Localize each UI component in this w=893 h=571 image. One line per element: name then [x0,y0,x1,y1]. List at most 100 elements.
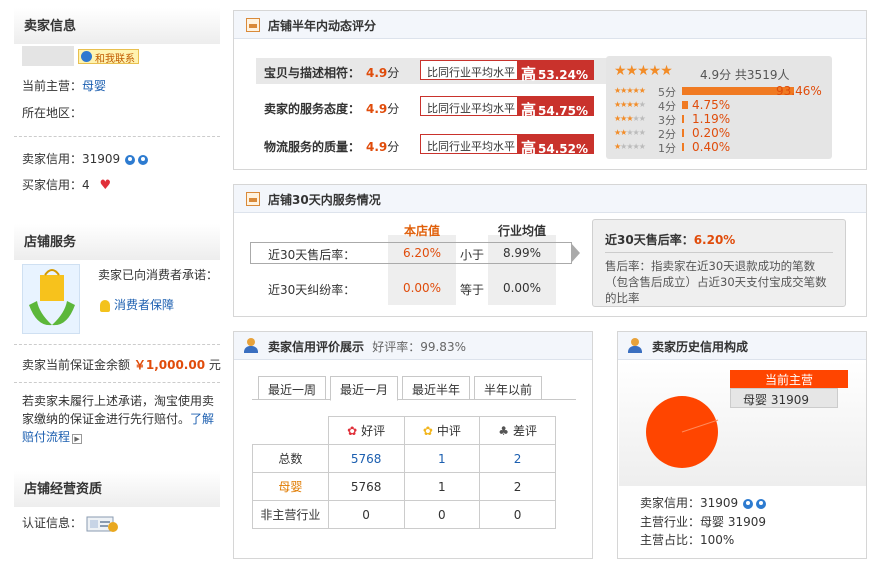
consumer-protection-link[interactable]: 消费者保障 [100,296,174,313]
compare-text: 比同行业平均水平 [427,66,515,79]
legend-item-name: 母婴 [743,393,768,407]
unit: 分 [387,102,400,116]
tab-month[interactable]: 最近一月 [330,376,398,401]
flower-good-icon: ✿ [347,424,358,438]
credit-history-panel: 卖家历史信用构成 当前主营 母婴 31909 卖家信用：31909 主营行业：母… [617,331,867,559]
row-label: 非主营行业 [252,500,329,529]
cell-good: 5768 [327,472,405,501]
flower-mid-icon: ✿ [422,424,433,438]
main-business-label: 当前主营： [22,79,83,93]
aftersale-tip-box: 近30天售后率：6.20% 售后率：指卖家在近30天退款成功的笔数（包含售后成立… [592,219,846,307]
compare-badge-service: 比同行业平均水平 高 54.75% [420,96,594,119]
header-good: ✿ 好评 [327,416,405,445]
dist-stars: ★★★★★ [614,128,646,137]
main-business-link[interactable]: 母婴 [82,79,106,93]
compare-percent: 53.24% [538,68,588,82]
score: 4.9 [366,102,388,116]
history-seller-credit: 卖家信用：31909 [640,494,768,511]
cell-mid: 1 [403,472,481,501]
row-arrow [571,243,580,263]
corner-cell [252,416,329,445]
tab-before-half-year[interactable]: 半年以前 [474,376,542,400]
chat-icon [81,51,92,62]
half-year-title: 店铺半年内动态评分 [268,19,377,33]
consumer-protection-icon [22,264,80,334]
pie-legend-header: 当前主营 [730,370,848,388]
buyer-credit: 买家信用：4 ♥ [22,176,111,193]
heart-icon[interactable]: ♥ [99,178,111,193]
history-main-industry: 主营行业：母婴 31909 [640,513,766,530]
credit-header: 卖家信用评价展示 好评率：99.83% [234,332,592,360]
history-title: 卖家历史信用构成 [652,340,749,354]
header-mid: ✿ 中评 [403,416,481,445]
tip-text: 售后率：指卖家在近30天退款成功的笔数（包含售后成立）占近30天支付宝成交笔数的… [605,259,827,305]
crown-icon[interactable] [124,154,150,166]
qualification-title: 店铺经营资质 [24,482,103,497]
high-mark: 高 [521,139,537,157]
dist-bar [682,129,684,137]
score: 4.9 [366,66,388,80]
legend-item-value: 31909 [770,393,810,407]
seller-person-icon [244,338,258,353]
cell-good[interactable]: 5768 [327,444,405,473]
summary-total: 共3519人 [734,68,790,82]
arrow-right-icon[interactable]: ▶ [72,434,83,444]
crown-icon[interactable] [742,498,768,510]
dispute-industry: 0.00% [502,281,542,295]
cell-bad[interactable]: 2 [479,444,556,473]
cell-mid: 0 [403,500,481,529]
compare-text: 比同行业平均水平 [427,140,515,153]
good-rate-value: 99.83% [420,340,466,354]
hist-industry-value: 母婴 31909 [700,515,767,529]
contact-button[interactable]: 和我联系 [78,49,139,65]
pie-legend-item: 母婴 31909 [730,388,838,408]
tip-title-value: 6.20% [693,233,736,247]
deposit-unit: 元 [208,358,221,372]
table-header-row: ✿ 好评 ✿ 中评 ♣ 差评 [252,416,556,445]
history-main-share: 主营占比：100% [640,531,734,548]
rating-score-description: 4.9分 [366,64,399,81]
seller-person-icon [628,338,642,353]
dist-stars: ★★★★★ [614,86,646,95]
rating-distribution-box: ★★★★★ 4.9分 共3519人 ★★★★★ 5分 93.46% ★★★★★ 4分 4.… [606,56,832,159]
legend-title: 当前主营 [764,373,813,387]
dist-stars: ★★★★★ [614,114,646,123]
dist-bar [682,115,684,123]
hist-credit-value: 31909 [700,496,739,510]
compare-text: 比同行业平均水平 [427,102,515,115]
table-row: 非主营行业 0 0 0 [252,500,556,529]
hist-share-value: 100% [700,533,735,547]
seller-credit: 卖家信用：31909 [22,150,150,167]
dispute-label: 近30天纠纷率： [268,283,356,297]
dist-stars: ★★★★★ [614,100,646,109]
compensation-flow-link[interactable]: 赔付流程 [22,430,70,444]
shop-service-header: 店铺服务 [14,224,220,260]
cert-info: 认证信息： [22,514,120,533]
tip-title-label: 近30天售后率： [605,233,694,247]
dist-bar [682,101,688,109]
compare-value: 高 54.75% [517,97,593,119]
aftersale-industry: 8.99% [502,246,542,260]
bulb-icon [100,299,110,312]
learn-link[interactable]: 了解 [190,412,214,426]
main-business: 当前主营：母婴 [22,77,106,94]
certificate-icon[interactable] [86,515,120,533]
compare-percent: 54.52% [538,142,588,156]
buyer-credit-label: 买家信用： [22,178,83,192]
table-row: 母婴 5768 1 2 [252,472,556,501]
unit: 分 [387,66,400,80]
dispute-compare: 等于 [460,283,485,297]
contact-label: 和我联系 [95,54,135,65]
tab-week[interactable]: 最近一周 [258,376,326,400]
credit-title: 卖家信用评价展示 [268,340,365,354]
store-column-header: 本店值 [403,224,440,238]
cell-mid[interactable]: 1 [403,444,481,473]
promise-text: 卖家已向消费者承诺： [98,268,219,282]
dist-percent: 4.75% [692,98,731,112]
consumer-protection-label: 消费者保障 [114,298,175,312]
tab-half-year[interactable]: 最近半年 [402,376,470,400]
region-label: 所在地区： [22,106,83,120]
header-bad: ♣ 差评 [479,416,556,445]
industry-column-header: 行业均值 [497,224,546,238]
seller-info-header: 卖家信息 [14,8,220,44]
